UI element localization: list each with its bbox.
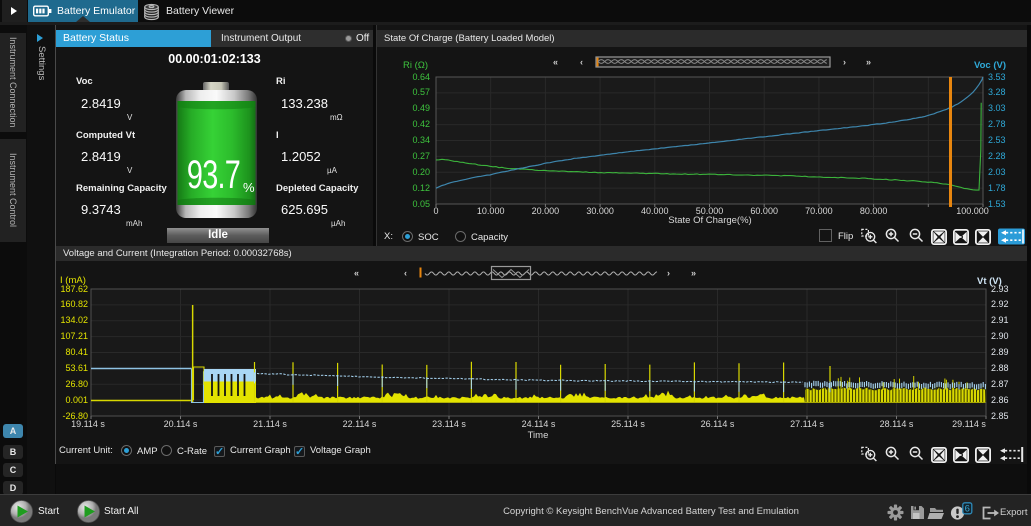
svg-text:6: 6 [965, 504, 970, 515]
